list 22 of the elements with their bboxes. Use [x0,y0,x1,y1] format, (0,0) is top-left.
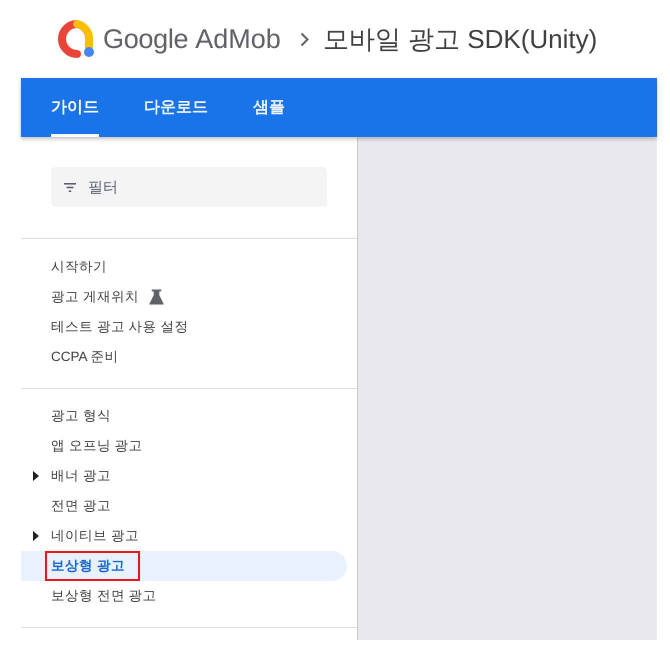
nav-item[interactable]: 광고 형식 [21,401,347,431]
nav-item[interactable]: 네이티브 광고 [21,521,347,551]
chevron-right-icon [300,32,309,46]
product-name: AdMob [195,24,281,54]
nav-item[interactable]: 광고 게재위치 [21,282,347,312]
tab[interactable]: 샘플 [253,78,285,137]
filter-field[interactable]: 필터 [51,167,327,207]
nav-item[interactable]: 시작하기 [21,252,347,282]
nav-item[interactable]: 앱 오프닝 광고 [21,431,347,461]
page-title: 모바일 광고 SDK(Unity) [322,22,598,56]
tab[interactable]: 다운로드 [144,78,208,137]
nav-item[interactable]: 배너 광고 [21,461,347,491]
caret-right-icon[interactable] [33,531,39,541]
caret-right-icon[interactable] [33,471,39,481]
nav-item[interactable]: CCPA 준비 [21,342,347,372]
ring-logo-icon [55,20,95,58]
filter-icon [64,183,76,192]
nav-item[interactable]: 전면 광고 [21,491,347,521]
brand-name: Google [103,24,188,54]
nav-item[interactable]: 테스트 광고 사용 설정 [21,312,347,342]
nav-item[interactable]: 보상형 광고 [21,551,347,581]
nav-item[interactable]: 보상형 전면 광고 [21,581,347,611]
